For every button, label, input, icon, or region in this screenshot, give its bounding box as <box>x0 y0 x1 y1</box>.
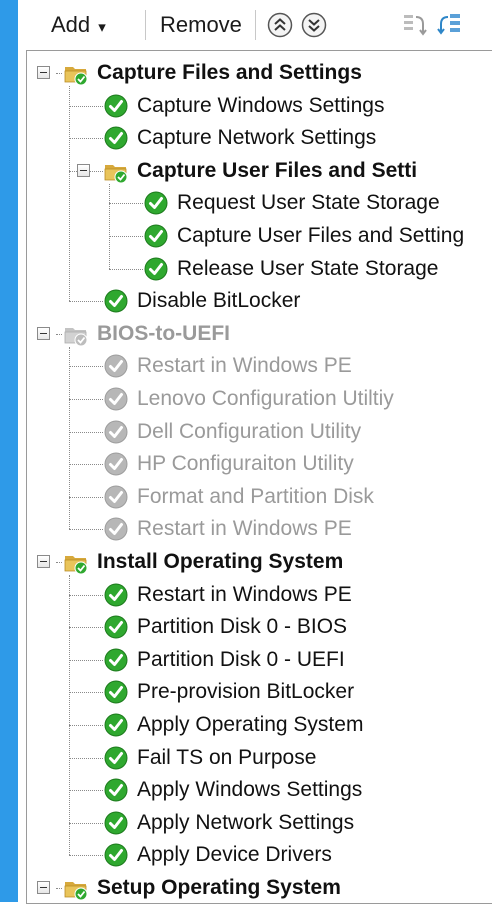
tree-group-item[interactable]: Install Operating System <box>27 546 492 578</box>
toolbar-separator <box>255 10 256 40</box>
folder-check-icon <box>63 60 89 86</box>
gray-check-icon <box>103 451 129 477</box>
gray-check-icon <box>103 484 129 510</box>
green-check-icon <box>103 842 129 868</box>
gray-check-icon <box>103 353 129 379</box>
tree-item-label: Request User State Storage <box>177 191 440 215</box>
expand-tree-icon[interactable] <box>436 11 464 39</box>
green-check-icon <box>143 190 169 216</box>
tree-item-label: Lenovo Configuration Utiltiy <box>137 387 394 410</box>
tree-group-item[interactable]: Setup Operating System <box>27 872 492 903</box>
tree-item-label: Disable BitLocker <box>137 289 301 313</box>
gray-check-icon <box>103 516 129 542</box>
tree-item-label: Restart in Windows PE <box>137 517 352 541</box>
tree-step-item[interactable]: Apply Network Settings <box>27 807 492 839</box>
toolbar-separator <box>145 10 146 40</box>
add-menu-button[interactable]: Add ▾ <box>51 10 106 43</box>
tree-step-item[interactable]: Capture Network Settings <box>27 122 492 154</box>
remove-button[interactable]: Remove <box>160 10 242 40</box>
tree-item-label: Release User State Storage <box>177 256 439 280</box>
tree-step-item[interactable]: Lenovo Configuration Utiltiy <box>27 383 492 415</box>
tree-item-label: Dell Configuration Utility <box>137 419 362 443</box>
green-check-icon <box>103 614 129 640</box>
tree-group-item[interactable]: Capture User Files and Setti <box>27 155 492 187</box>
green-check-icon <box>103 125 129 151</box>
collapse-toggle[interactable] <box>77 163 90 177</box>
tree-step-item[interactable]: Fail TS on Purpose <box>27 742 492 774</box>
collapse-toggle[interactable] <box>37 66 50 79</box>
tree-item-label: Pre-provision BitLocker <box>137 680 355 704</box>
toolbar: Add ▾ Remove <box>18 0 492 50</box>
tree-step-item[interactable]: Restart in Windows PE <box>27 350 492 382</box>
collapse-toggle[interactable] <box>37 555 50 568</box>
tree-item-label: Capture User Files and Setting <box>177 224 465 247</box>
tree-step-item[interactable]: Restart in Windows PE <box>27 579 492 611</box>
tree-item-label: Fail TS on Purpose <box>137 745 317 769</box>
gray-check-icon <box>103 386 129 412</box>
tree-item-label: Capture Files and Settings <box>97 61 362 84</box>
green-check-icon <box>103 582 129 608</box>
double-chevron-down-icon[interactable] <box>300 11 328 39</box>
tree-step-item[interactable]: Capture User Files and Setting <box>27 220 492 252</box>
tree-step-item[interactable]: Release User State Storage <box>27 253 492 285</box>
green-check-icon <box>143 223 169 249</box>
folder-check-icon <box>63 875 89 901</box>
tree-item-label: Capture Network Settings <box>137 126 377 150</box>
collapse-tree-icon[interactable] <box>401 11 429 39</box>
tree-item-label: Restart in Windows PE <box>137 354 352 378</box>
double-chevron-up-icon[interactable] <box>266 11 294 39</box>
task-sequence-tree[interactable]: Capture Files and Settings Capture Window… <box>26 50 492 904</box>
tree-step-item[interactable]: Apply Windows Settings <box>27 774 492 806</box>
collapse-toggle[interactable] <box>37 881 50 894</box>
tree-step-item[interactable]: Apply Operating System <box>27 709 492 741</box>
tree-step-item[interactable]: Pre-provision BitLocker <box>27 676 492 708</box>
tree-item-label: Apply Operating System <box>137 713 364 736</box>
tree-item-label: Apply Windows Settings <box>137 778 363 802</box>
window-accent-bar <box>0 0 18 902</box>
tree-group-item[interactable]: BIOS-to-UEFI <box>27 318 492 350</box>
tree-item-label: Partition Disk 0 - UEFI <box>137 647 345 671</box>
tree-step-item[interactable]: Capture Windows Settings <box>27 90 492 122</box>
folder-disabled-icon <box>63 321 89 347</box>
green-check-icon <box>103 810 129 836</box>
tree-item-label: BIOS-to-UEFI <box>97 321 230 345</box>
tree-item-label: Capture User Files and Setti <box>137 158 418 182</box>
green-check-icon <box>103 712 129 738</box>
add-label: Add <box>51 12 91 37</box>
green-check-icon <box>143 256 169 282</box>
tree-item-label: HP Configuraiton Utility <box>137 452 354 476</box>
tree-item-label: Apply Network Settings <box>137 810 355 834</box>
tree-step-item[interactable]: HP Configuraiton Utility <box>27 448 492 480</box>
tree-step-item[interactable]: Restart in Windows PE <box>27 513 492 545</box>
tree-item-label: Apply Device Drivers <box>137 843 332 867</box>
gray-check-icon <box>103 419 129 445</box>
tree-item-label: Restart in Windows PE <box>137 582 352 606</box>
tree-step-item[interactable]: Disable BitLocker <box>27 285 492 317</box>
tree-item-label: Format and Partition Disk <box>137 484 374 508</box>
tree-group-item[interactable]: Capture Files and Settings <box>27 57 492 89</box>
green-check-icon <box>103 647 129 673</box>
folder-check-icon <box>63 549 89 575</box>
tree-step-item[interactable]: Partition Disk 0 - UEFI <box>27 644 492 676</box>
green-check-icon <box>103 745 129 771</box>
tree-step-item[interactable]: Dell Configuration Utility <box>27 416 492 448</box>
tree-item-label: Install Operating System <box>97 550 344 573</box>
tree-item-label: Partition Disk 0 - BIOS <box>137 615 348 639</box>
tree-step-item[interactable]: Partition Disk 0 - BIOS <box>27 611 492 643</box>
green-check-icon <box>103 777 129 803</box>
green-check-icon <box>103 93 129 119</box>
chevron-down-icon: ▾ <box>98 19 106 36</box>
folder-check-icon <box>103 158 129 184</box>
green-check-icon <box>103 288 129 314</box>
tree-item-label: Setup Operating System <box>97 876 341 899</box>
tree-step-item[interactable]: Apply Device Drivers <box>27 839 492 871</box>
collapse-toggle[interactable] <box>37 326 50 340</box>
tree-step-item[interactable]: Request User State Storage <box>27 187 492 219</box>
tree-step-item[interactable]: Format and Partition Disk <box>27 481 492 513</box>
tree-item-label: Capture Windows Settings <box>137 93 385 117</box>
green-check-icon <box>103 679 129 705</box>
